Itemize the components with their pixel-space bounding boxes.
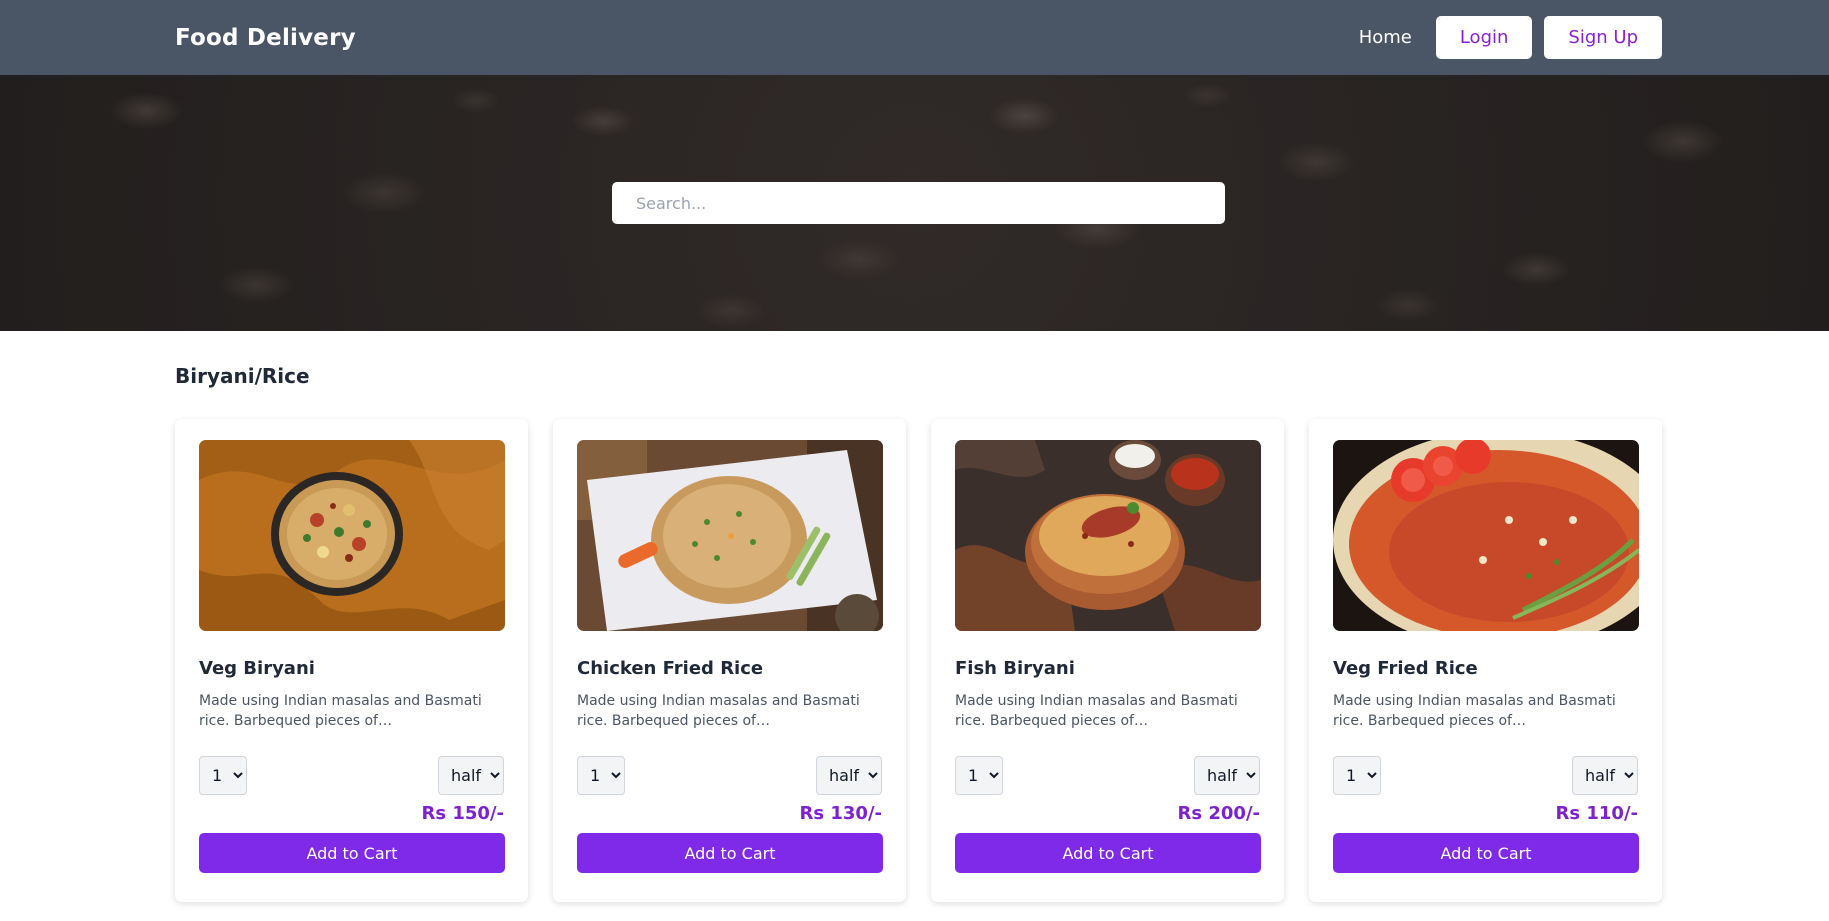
navbar: Food Delivery Home Login Sign Up <box>0 0 1829 75</box>
login-button[interactable]: Login <box>1435 16 1533 59</box>
food-description: Made using Indian masalas and Basmati ri… <box>1333 693 1616 729</box>
search-input[interactable] <box>612 182 1225 224</box>
food-image-veg-fried-rice <box>1333 440 1639 631</box>
food-card: Veg Fried Rice Made using Indian masalas… <box>1309 419 1662 902</box>
food-description: Made using Indian masalas and Basmati ri… <box>577 693 860 729</box>
add-to-cart-button[interactable]: Add to Cart <box>577 833 883 873</box>
size-select[interactable]: half <box>1194 756 1260 795</box>
food-image-chicken-fried-rice <box>577 440 883 631</box>
food-price: Rs 150/- <box>421 803 504 824</box>
food-description: Made using Indian masalas and Basmati ri… <box>955 693 1238 729</box>
nav-actions: Home Login Sign Up <box>1359 16 1662 59</box>
card-controls: 1 half <box>199 756 504 795</box>
card-controls: 1 half <box>955 756 1260 795</box>
quantity-select[interactable]: 1 <box>577 756 625 795</box>
food-card-grid: Veg Biryani Made using Indian masalas an… <box>175 419 1662 902</box>
card-controls: 1 half <box>577 756 882 795</box>
hero-banner <box>0 75 1829 331</box>
food-title: Veg Fried Rice <box>1333 658 1478 679</box>
food-price: Rs 200/- <box>1177 803 1260 824</box>
quantity-select[interactable]: 1 <box>199 756 247 795</box>
quantity-select[interactable]: 1 <box>955 756 1003 795</box>
signup-button[interactable]: Sign Up <box>1544 16 1662 59</box>
food-title: Chicken Fried Rice <box>577 658 764 679</box>
food-image-fish-biryani <box>955 440 1261 631</box>
food-image-veg-biryani <box>199 440 505 631</box>
food-price: Rs 110/- <box>1555 803 1638 824</box>
size-select[interactable]: half <box>1572 756 1638 795</box>
food-title: Veg Biryani <box>199 658 315 679</box>
card-controls: 1 half <box>1333 756 1638 795</box>
food-card: Chicken Fried Rice Made using Indian mas… <box>553 419 906 902</box>
nav-home-link[interactable]: Home <box>1359 27 1412 48</box>
size-select[interactable]: half <box>438 756 504 795</box>
add-to-cart-button[interactable]: Add to Cart <box>955 833 1261 873</box>
quantity-select[interactable]: 1 <box>1333 756 1381 795</box>
food-card: Fish Biryani Made using Indian masalas a… <box>931 419 1284 902</box>
brand-title[interactable]: Food Delivery <box>175 25 356 51</box>
food-description: Made using Indian masalas and Basmati ri… <box>199 693 482 729</box>
add-to-cart-button[interactable]: Add to Cart <box>199 833 505 873</box>
food-price: Rs 130/- <box>799 803 882 824</box>
size-select[interactable]: half <box>816 756 882 795</box>
food-card: Veg Biryani Made using Indian masalas an… <box>175 419 528 902</box>
food-title: Fish Biryani <box>955 658 1075 679</box>
category-title: Biryani/Rice <box>175 364 310 388</box>
add-to-cart-button[interactable]: Add to Cart <box>1333 833 1639 873</box>
